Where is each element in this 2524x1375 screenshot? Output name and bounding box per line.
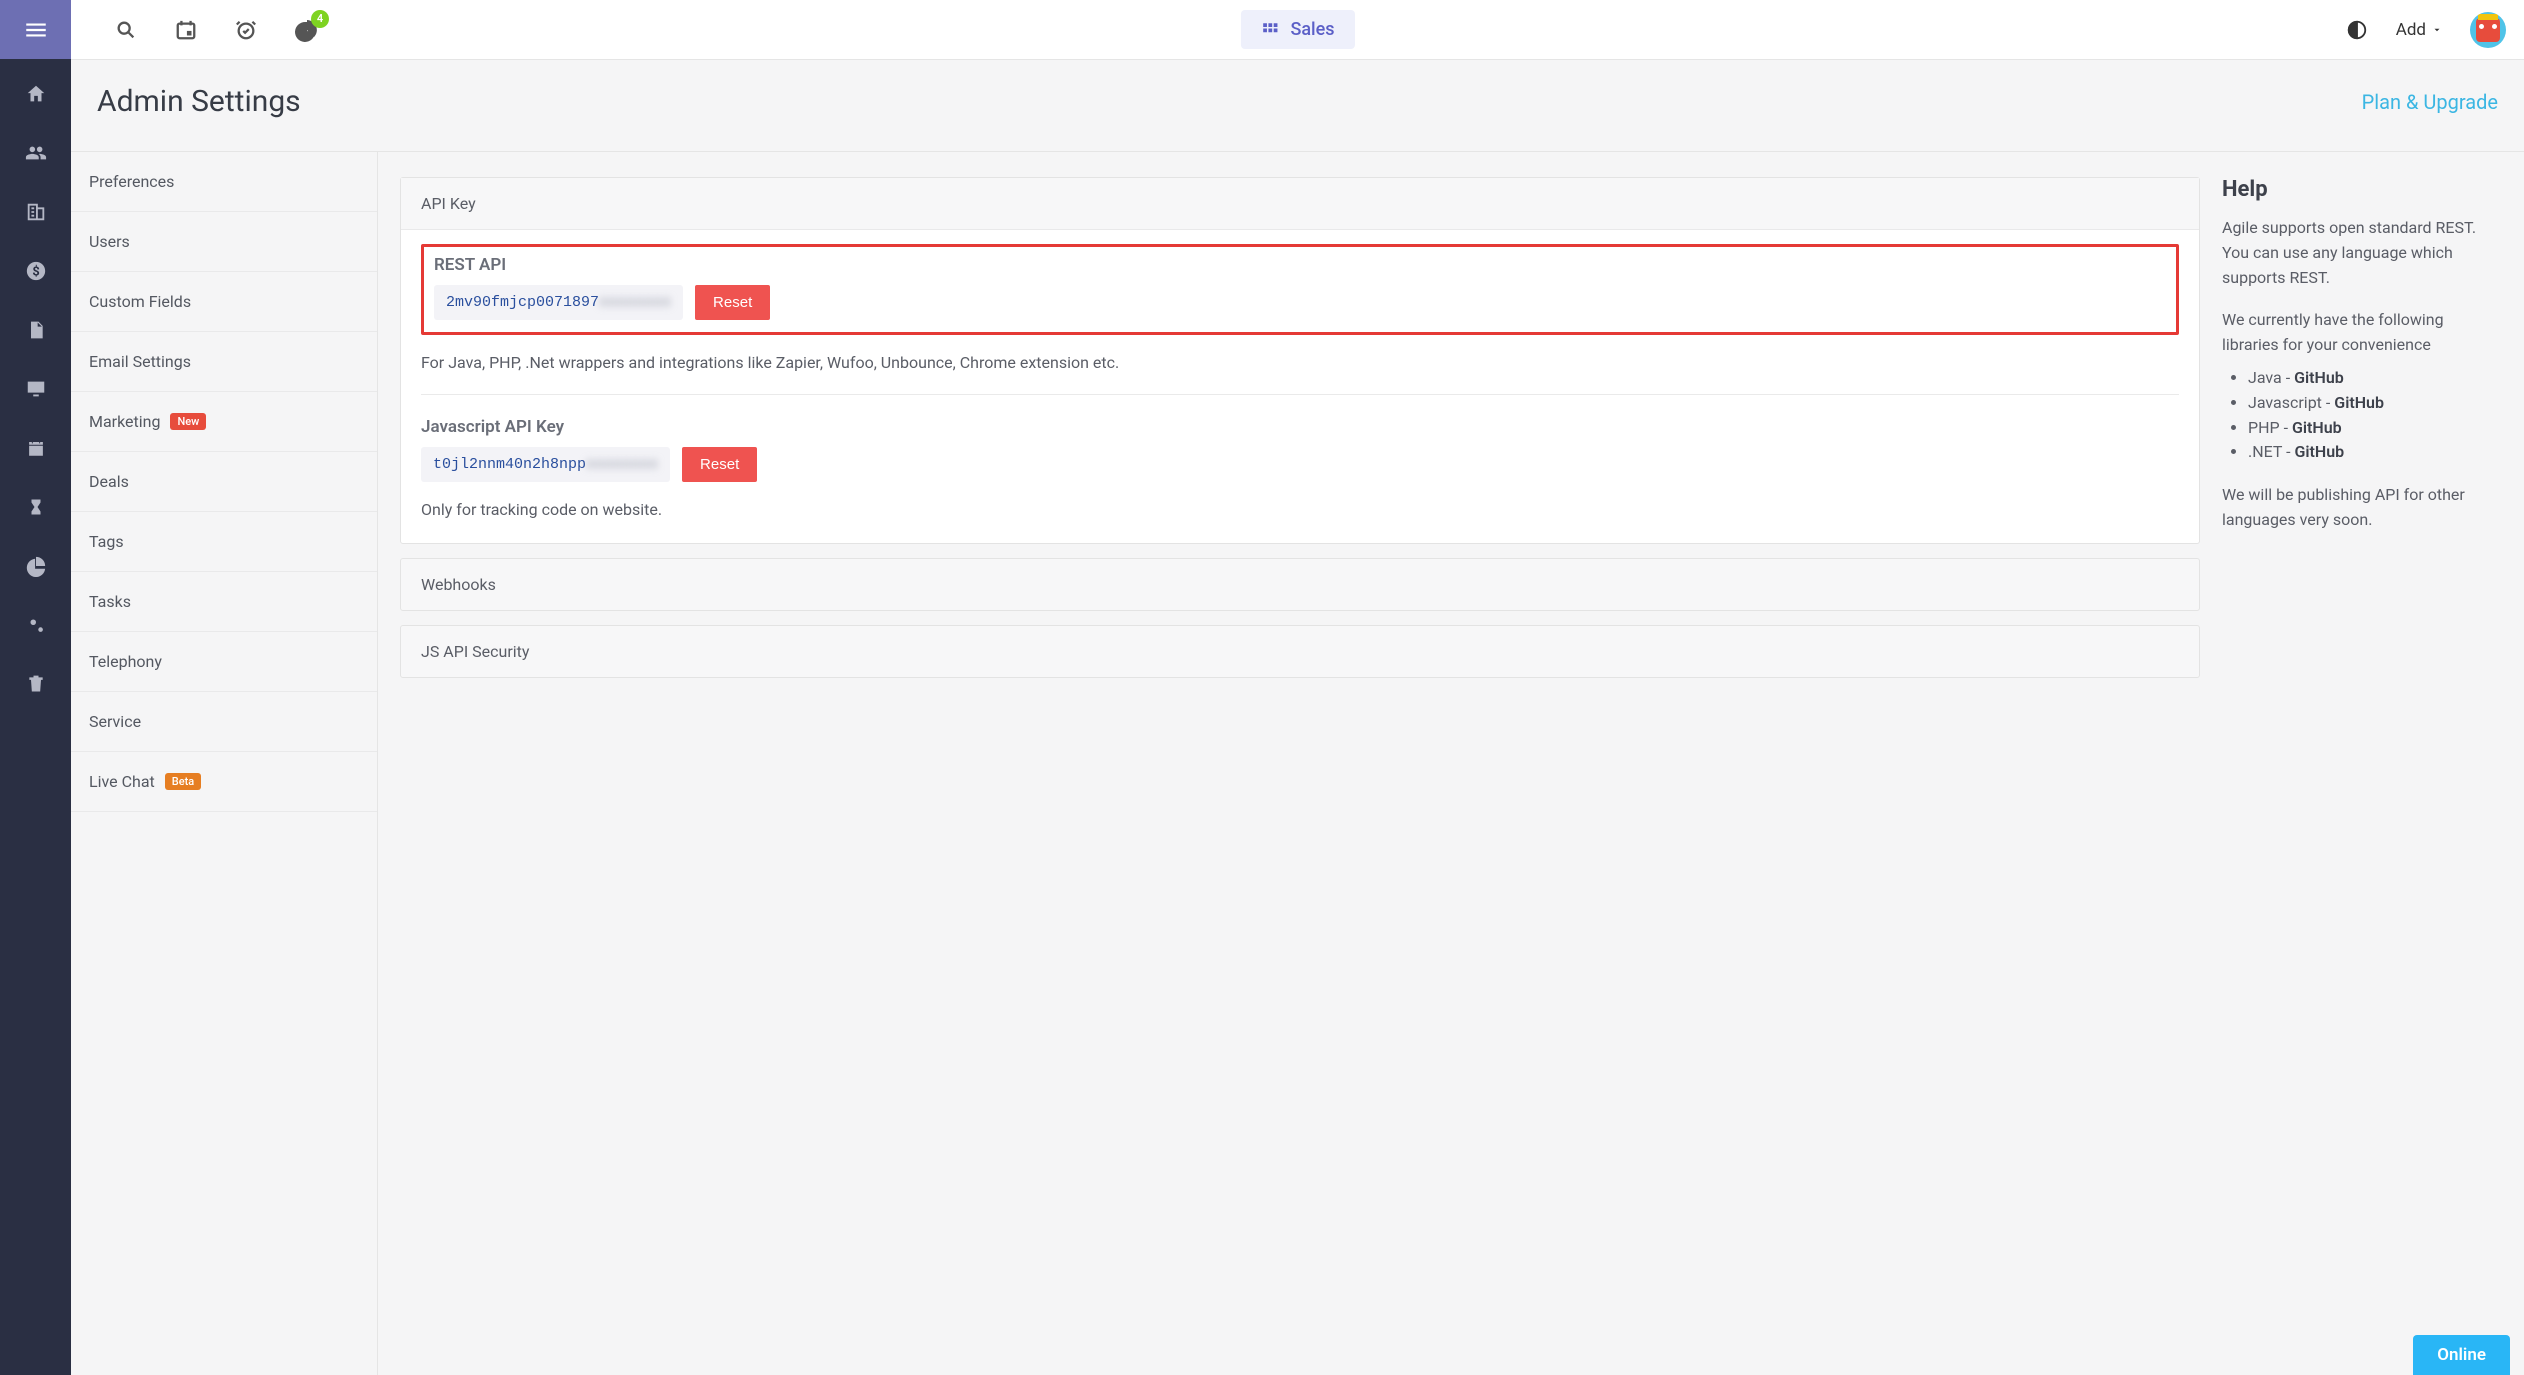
sidenav-item-live-chat[interactable]: Live Chat Beta [71,752,377,812]
sidenav-item-label: Tasks [89,592,131,611]
sidenav-item-service[interactable]: Service [71,692,377,752]
sidenav-item-email-settings[interactable]: Email Settings [71,332,377,392]
building-icon[interactable] [25,201,47,223]
trash-icon[interactable] [26,673,46,695]
sidenav-item-deals[interactable]: Deals [71,452,377,512]
people-icon[interactable] [24,142,48,164]
settings-sidenav: Preferences Users Custom Fields Email Setti… [71,152,378,1375]
sidenav-item-label: Marketing [89,412,160,431]
plan-upgrade-link[interactable]: Plan & Upgrade [2362,90,2498,114]
calendar-icon[interactable] [25,437,47,459]
sidenav-item-label: Custom Fields [89,292,191,311]
user-avatar[interactable] [2470,12,2506,48]
analytics-icon[interactable]: 4 [295,18,319,42]
divider [421,394,2179,395]
js-reset-button[interactable]: Reset [682,447,757,482]
rest-api-description: For Java, PHP, .Net wrappers and integra… [421,353,2179,372]
webhooks-panel[interactable]: Webhooks [400,558,2200,611]
rest-api-label: REST API [434,255,2166,275]
sidenav-item-label: Service [89,712,141,731]
sales-dropdown[interactable]: Sales [1240,10,1354,49]
page-header: Admin Settings Plan & Upgrade [71,60,2524,152]
github-link[interactable]: GitHub [2292,418,2342,437]
dollar-icon[interactable]: $ [25,260,47,282]
sidenav-item-telephony[interactable]: Telephony [71,632,377,692]
pie-chart-icon[interactable] [25,555,47,577]
help-outro: We will be publishing API for other lang… [2222,483,2502,533]
help-lib-item: Javascript - GitHub [2248,391,2502,416]
caret-down-icon [2432,25,2442,35]
help-lib-item: Java - GitHub [2248,366,2502,391]
sidenav-item-tasks[interactable]: Tasks [71,572,377,632]
help-lib-item: .NET - GitHub [2248,440,2502,465]
sidenav-item-label: Live Chat [89,772,155,791]
notification-badge: 4 [311,10,329,28]
github-link[interactable]: GitHub [2294,442,2344,461]
topbar: 4 Sales Add [71,0,2524,60]
sidenav-item-label: Preferences [89,172,174,191]
panel-title: API Key [401,178,2199,230]
help-lib-item: PHP - GitHub [2248,416,2502,441]
api-key-panel: API Key REST API 2mv90fmjcp0071897xxxxxx… [400,177,2200,544]
sidenav-item-tags[interactable]: Tags [71,512,377,572]
search-icon[interactable] [115,19,137,41]
sidenav-item-label: Deals [89,472,129,491]
svg-text:$: $ [32,265,39,280]
sidenav-item-custom-fields[interactable]: Custom Fields [71,272,377,332]
theme-toggle-icon[interactable] [2346,19,2368,41]
sidenav-pill: Beta [165,773,201,790]
add-dropdown[interactable]: Add [2396,20,2442,40]
sidenav-item-label: Telephony [89,652,162,671]
online-status-button[interactable]: Online [2413,1335,2510,1375]
github-link[interactable]: GitHub [2294,368,2344,387]
sidenav-item-marketing[interactable]: Marketing New [71,392,377,452]
sales-label: Sales [1290,19,1334,40]
monitor-icon[interactable] [25,378,47,400]
help-intro: Agile supports open standard REST. You c… [2222,216,2502,290]
rest-api-key[interactable]: 2mv90fmjcp0071897xxxxxxxx [434,285,683,320]
left-rail: $ [0,0,71,1375]
rest-reset-button[interactable]: Reset [695,285,770,320]
sidenav-item-label: Email Settings [89,352,191,371]
js-api-label: Javascript API Key [421,417,2179,437]
sidenav-item-preferences[interactable]: Preferences [71,152,377,212]
help-libs-list: Java - GitHubJavascript - GitHubPHP - Gi… [2222,366,2502,465]
page-title: Admin Settings [97,84,301,119]
sidenav-item-label: Tags [89,532,124,551]
settings-gears-icon[interactable] [25,614,47,636]
document-icon[interactable] [26,319,46,341]
js-api-security-panel[interactable]: JS API Security [400,625,2200,678]
sidenav-item-label: Users [89,232,130,251]
hamburger-button[interactable] [0,0,71,59]
js-api-key[interactable]: t0jl2nnm40n2h8nppxxxxxxxx [421,447,670,482]
sidenav-item-users[interactable]: Users [71,212,377,272]
github-link[interactable]: GitHub [2334,393,2384,412]
help-libs-intro: We currently have the following librarie… [2222,308,2502,358]
calendar-event-icon[interactable] [175,19,197,41]
hourglass-icon[interactable] [27,496,45,518]
sidenav-pill: New [170,413,206,430]
js-api-description: Only for tracking code on website. [421,500,2179,519]
grid-icon [1260,21,1278,39]
hamburger-icon [23,17,49,43]
home-icon[interactable] [25,83,47,105]
help-title: Help [2222,177,2502,202]
alarm-check-icon[interactable] [235,19,257,41]
help-column: Help Agile supports open standard REST. … [2222,177,2502,1350]
rest-api-highlight: REST API 2mv90fmjcp0071897xxxxxxxx Reset [421,244,2179,335]
add-label: Add [2396,20,2426,40]
